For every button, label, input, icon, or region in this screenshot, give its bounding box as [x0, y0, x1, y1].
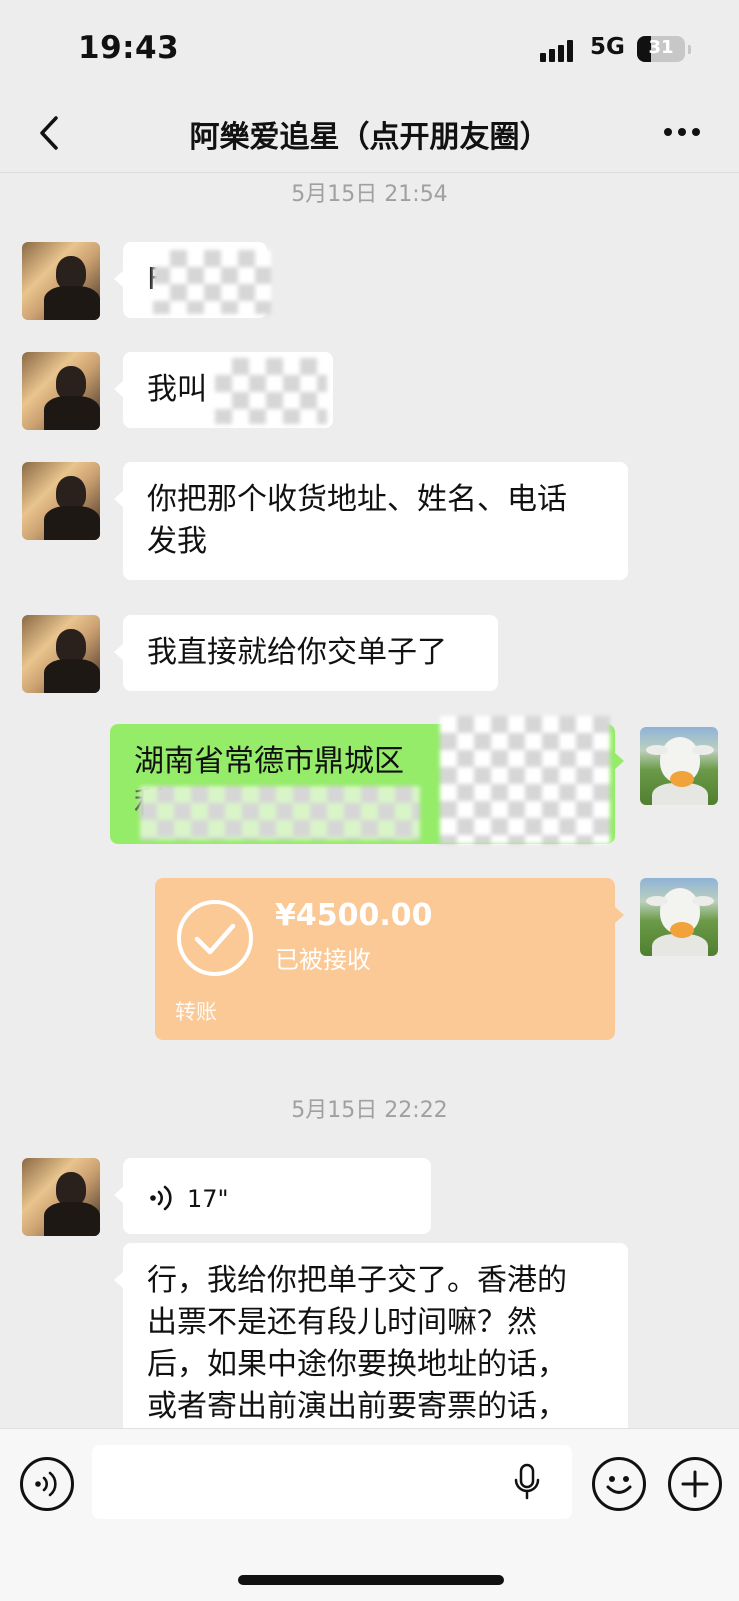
microphone-icon[interactable] — [512, 1463, 542, 1501]
voice-duration: 17" — [187, 1185, 229, 1213]
message-text-line: 出票不是还有段儿时间嘛？然 — [147, 1305, 537, 1340]
message-bubble[interactable]: 我直接就给你交单子了 — [114, 615, 498, 691]
battery-icon: 31 — [637, 36, 685, 62]
censor-mosaic — [153, 250, 271, 314]
message-bubble[interactable]: F — [114, 242, 271, 318]
voice-icon[interactable] — [20, 1457, 74, 1511]
sent-message-bubble[interactable]: 湖南省常德市鼎城区 利 — [110, 716, 624, 844]
message-text-line: 湖南省常德市鼎城区 — [134, 744, 404, 779]
message-input[interactable] — [92, 1445, 572, 1519]
status-bar: 19:43 5G 31 — [0, 0, 739, 96]
friend-avatar[interactable] — [22, 242, 100, 320]
add-icon — [681, 1470, 709, 1498]
check-circle-icon — [177, 900, 253, 976]
emoji-icon[interactable] — [592, 1457, 646, 1511]
friend-avatar[interactable] — [22, 352, 100, 430]
self-avatar[interactable] — [640, 878, 718, 956]
message-text: 我直接就给你交单子了 — [147, 635, 447, 670]
status-time: 19:43 — [78, 30, 180, 66]
censor-mosaic — [215, 358, 327, 424]
self-avatar[interactable] — [640, 727, 718, 805]
home-indicator — [238, 1575, 504, 1585]
voice-message-bubble[interactable]: 17" — [114, 1158, 431, 1234]
battery-tip — [688, 45, 691, 54]
message-bubble[interactable]: 行，我给你把单子交了。香港的 出票不是还有段儿时间嘛？然 后，如果中途你要换地址… — [114, 1243, 628, 1443]
censor-mosaic — [140, 786, 420, 840]
transfer-status: 已被接收 — [275, 946, 371, 974]
friend-avatar[interactable] — [22, 1158, 100, 1236]
transfer-card[interactable]: ¥4500.00 已被接收 转账 — [155, 878, 624, 1040]
network-type: 5G — [590, 34, 625, 60]
timestamp: 5月15日 21:54 — [291, 182, 448, 207]
friend-avatar[interactable] — [22, 462, 100, 540]
chat-title[interactable]: 阿樂爱追星（点开朋友圈） — [100, 112, 639, 156]
message-text-line: 行，我给你把单子交了。香港的 — [147, 1263, 567, 1298]
transfer-label: 转账 — [175, 1000, 217, 1024]
message-text-line: 你把那个收货地址、姓名、电话 — [147, 482, 567, 517]
chevron-left-icon[interactable] — [30, 113, 70, 153]
friend-avatar[interactable] — [22, 615, 100, 693]
timestamp: 5月15日 22:22 — [291, 1098, 448, 1123]
censor-mosaic — [440, 716, 610, 844]
more-dots-icon[interactable] — [664, 126, 704, 138]
input-bar — [0, 1428, 739, 1601]
message-text-line: 后，如果中途你要换地址的话， — [147, 1347, 567, 1382]
plus-icon[interactable] — [668, 1457, 722, 1511]
smile-icon — [606, 1476, 632, 1494]
signal-icon — [540, 38, 580, 62]
transfer-amount: ¥4500.00 — [275, 898, 433, 933]
voice-wave-icon — [35, 1471, 57, 1497]
message-text: 我叫 — [147, 372, 207, 407]
message-text-line: 发我 — [147, 524, 207, 559]
battery-level: 31 — [648, 37, 674, 58]
voice-wave-icon — [150, 1185, 172, 1211]
message-bubble[interactable]: 我叫 — [114, 352, 333, 428]
message-text-line: 或者寄出前演出前要寄票的话， — [147, 1389, 567, 1424]
chat-header: 阿樂爱追星（点开朋友圈） — [0, 96, 739, 173]
message-bubble[interactable]: 你把那个收货地址、姓名、电话 发我 — [114, 462, 628, 580]
